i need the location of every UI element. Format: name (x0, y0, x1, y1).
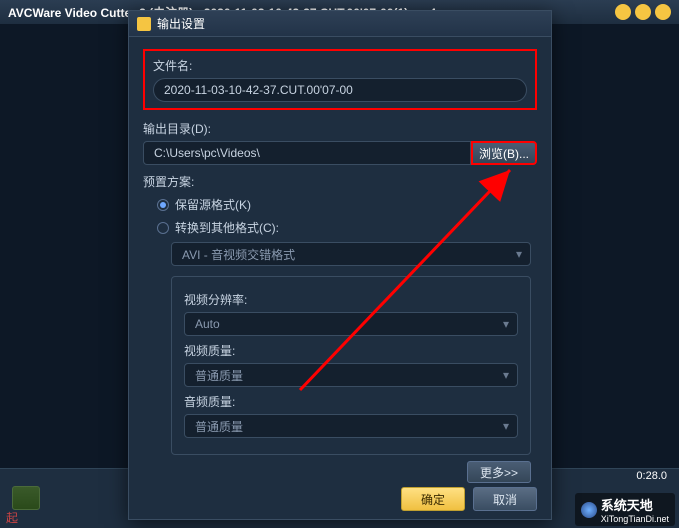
resolution-select[interactable]: Auto (184, 312, 518, 336)
dialog-body: 文件名: 输出目录(D): 浏览(B)... 预置方案: 保留源格式(K) 转换… (129, 37, 551, 493)
time-display: 0:28.0 (636, 470, 667, 482)
outdir-label: 输出目录(D): (143, 120, 537, 137)
cancel-button[interactable]: 取消 (473, 487, 537, 511)
convert-other-radio-row[interactable]: 转换到其他格式(C): (157, 219, 537, 236)
open-folder-button[interactable] (12, 486, 40, 510)
audio-quality-value: 普通质量 (195, 418, 243, 435)
format-value: AVI - 音视频交错格式 (182, 246, 295, 263)
filename-highlight: 文件名: (143, 49, 537, 110)
video-quality-label: 视频质量: (184, 342, 518, 359)
browse-button[interactable]: 浏览(B)... (471, 141, 537, 165)
format-select[interactable]: AVI - 音视频交错格式 (171, 242, 531, 266)
dialog-footer: 确定 取消 (401, 487, 537, 511)
output-settings-dialog: 输出设置 文件名: 输出目录(D): 浏览(B)... 预置方案: 保留源格式(… (128, 10, 552, 520)
outdir-input[interactable] (143, 141, 471, 165)
watermark: 系统天地 XiTongTianDi.net (575, 493, 675, 526)
radio-keep-source[interactable] (157, 199, 169, 211)
video-quality-value: 普通质量 (195, 367, 243, 384)
ok-button[interactable]: 确定 (401, 487, 465, 511)
filename-label: 文件名: (153, 57, 527, 74)
watermark-icon (581, 502, 597, 518)
audio-quality-label: 音频质量: (184, 393, 518, 410)
minimize-button[interactable] (615, 4, 631, 20)
audio-quality-select[interactable]: 普通质量 (184, 414, 518, 438)
maximize-button[interactable] (635, 4, 651, 20)
filename-input[interactable] (153, 78, 527, 102)
dialog-title: 输出设置 (157, 15, 205, 32)
resolution-value: Auto (195, 317, 220, 331)
outdir-section: 输出目录(D): 浏览(B)... (143, 120, 537, 165)
radio-convert-other[interactable] (157, 222, 169, 234)
dialog-titlebar: 输出设置 (129, 11, 551, 37)
close-button[interactable] (655, 4, 671, 20)
watermark-url: XiTongTianDi.net (601, 514, 669, 524)
preset-section: 预置方案: 保留源格式(K) 转换到其他格式(C): AVI - 音视频交错格式… (143, 173, 537, 483)
bottom-hint: 起 (6, 509, 18, 526)
preset-label: 预置方案: (143, 173, 537, 190)
more-button[interactable]: 更多>> (467, 461, 531, 483)
keep-source-label: 保留源格式(K) (175, 196, 251, 213)
video-quality-select[interactable]: 普通质量 (184, 363, 518, 387)
convert-other-label: 转换到其他格式(C): (175, 219, 279, 236)
dialog-icon (137, 17, 151, 31)
quality-panel: 视频分辨率: Auto 视频质量: 普通质量 音频质量: 普通质量 (171, 276, 531, 455)
resolution-label: 视频分辨率: (184, 291, 518, 308)
watermark-brand: 系统天地 (601, 495, 669, 514)
keep-source-radio-row[interactable]: 保留源格式(K) (157, 196, 537, 213)
